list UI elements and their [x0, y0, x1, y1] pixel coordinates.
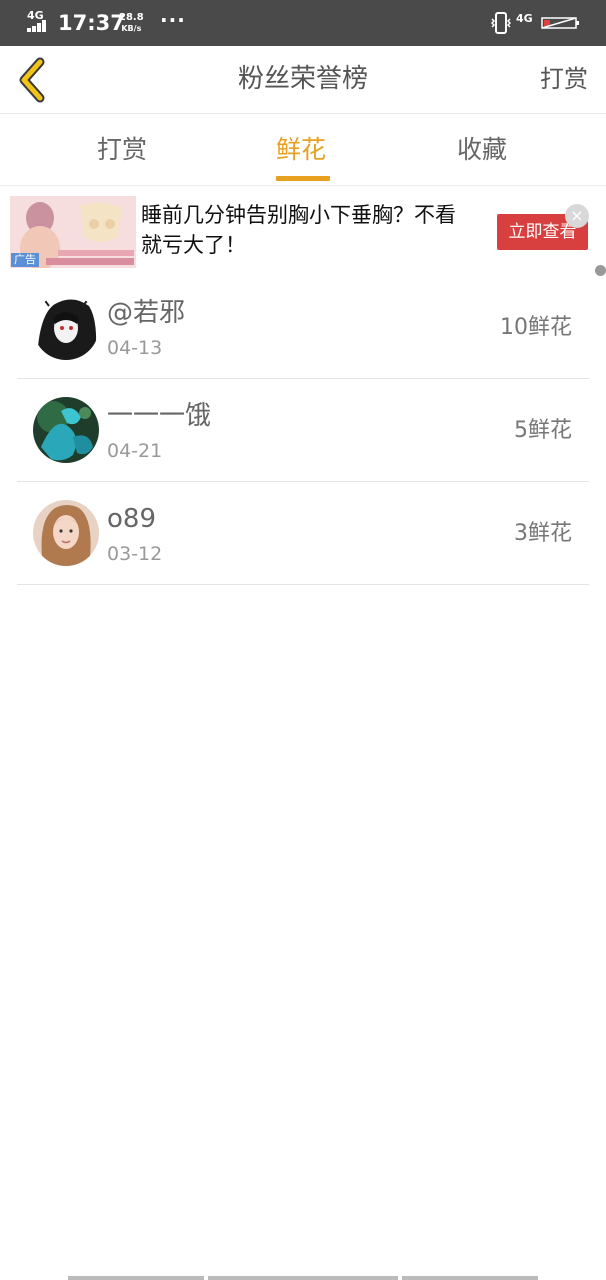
list-item[interactable]: 一一一饿 04-21 5鲜花 [17, 379, 589, 482]
avatar[interactable] [33, 294, 99, 360]
battery-icon [541, 17, 579, 29]
list-item[interactable]: @若邪 04-13 10鲜花 [17, 276, 589, 379]
speed-value: 28.8 [119, 12, 144, 23]
fan-name: @若邪 [107, 298, 186, 328]
fan-date: 03-12 [107, 543, 163, 565]
header: 粉丝荣誉榜 打赏 [0, 46, 606, 114]
tab-favorites[interactable]: 收藏 [457, 132, 507, 168]
page-title: 粉丝荣誉榜 [237, 64, 368, 94]
network-type-right: 4G [516, 12, 533, 25]
ad-tag: 广告 [11, 253, 39, 267]
tab-flowers[interactable]: 鲜花 [276, 132, 326, 168]
fan-date: 04-21 [107, 440, 163, 462]
speed-unit: KB/s [121, 24, 142, 33]
ad-text[interactable]: 睡前几分钟告别胸小下垂胸？不看就亏大了！ [141, 200, 471, 260]
fan-name: 一一一饿 [107, 401, 212, 431]
fan-name: o89 [107, 504, 156, 534]
tab-bar: 打赏 鲜花 收藏 [0, 114, 606, 186]
vibrate-icon [490, 12, 512, 34]
flower-count: 5鲜花 [514, 418, 572, 443]
list-item[interactable]: o89 03-12 3鲜花 [17, 482, 589, 585]
active-tab-indicator [276, 176, 330, 181]
overflow-dots-icon: ··· [160, 8, 186, 32]
avatar[interactable] [33, 500, 99, 566]
avatar[interactable] [33, 397, 99, 463]
signal-icon [27, 20, 51, 32]
tab-reward[interactable]: 打赏 [97, 132, 147, 168]
network-speed: 28.8 KB/s [119, 12, 144, 34]
edge-indicator-icon [595, 265, 606, 276]
close-icon[interactable]: × [565, 204, 589, 228]
bottom-nav-hint [208, 1276, 398, 1280]
reward-button[interactable]: 打赏 [540, 60, 588, 98]
status-bar: 4G 17:37 28.8 KB/s ··· 4G [0, 0, 606, 46]
clock: 17:37 [58, 11, 125, 35]
bottom-nav-hint [68, 1276, 204, 1280]
bottom-nav-hint [402, 1276, 538, 1280]
flower-count: 10鲜花 [500, 315, 572, 340]
flower-count: 3鲜花 [514, 521, 572, 546]
ad-image[interactable]: 广告 [10, 196, 136, 268]
fan-date: 04-13 [107, 337, 163, 359]
fan-list: @若邪 04-13 10鲜花 一一一饿 04-21 5鲜花 o89 03-12 … [17, 276, 589, 585]
ad-banner[interactable]: 广告 睡前几分钟告别胸小下垂胸？不看就亏大了！ 立即查看 [0, 192, 606, 272]
